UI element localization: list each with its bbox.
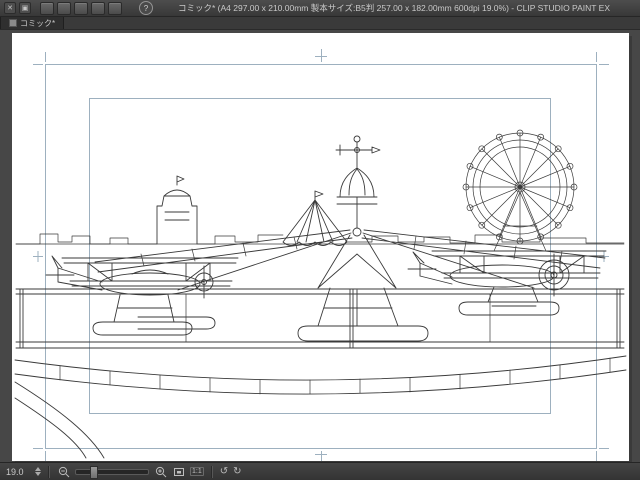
fit-to-window-icon[interactable] [172, 465, 185, 478]
save-icon[interactable] [74, 1, 88, 15]
help-icon[interactable]: ? [139, 1, 153, 15]
clip-studio-paint-window: ✕ ▣ ? コミック* (A4 297.00 x 210.00mm 製本サイズ:… [0, 0, 640, 480]
open-icon[interactable] [57, 1, 71, 15]
undo-icon[interactable] [91, 1, 105, 15]
rotate-left-icon[interactable]: ↺ [220, 466, 228, 477]
close-icon[interactable]: ✕ [4, 2, 16, 14]
zoom-stepper[interactable] [35, 467, 41, 476]
zoom-slider[interactable] [75, 465, 149, 479]
statusbar-separator [210, 465, 213, 478]
zoom-step-up-icon[interactable] [35, 467, 41, 471]
rotate-right-icon[interactable]: ↻ [233, 466, 241, 477]
redo-icon[interactable] [108, 1, 122, 15]
document-icon [9, 19, 17, 27]
actual-size-button[interactable]: 1:1 [190, 467, 204, 476]
titlebar-toolbar [40, 1, 122, 15]
paper[interactable] [12, 33, 629, 461]
document-tab-bar: コミック* [0, 17, 640, 30]
zoom-out-icon[interactable] [57, 465, 70, 478]
window-title: コミック* (A4 297.00 x 210.00mm 製本サイズ:B5判 25… [178, 3, 611, 13]
document-tab-label: コミック* [20, 18, 56, 28]
canvas-viewport[interactable] [0, 30, 640, 462]
new-icon[interactable] [40, 1, 54, 15]
status-bar: 19.0 1:1 ↺ ↻ [0, 462, 640, 480]
canvas-svg [12, 33, 632, 462]
zoom-step-down-icon[interactable] [35, 472, 41, 476]
zoom-slider-thumb[interactable] [90, 465, 98, 479]
panel-toggle-icon[interactable]: ▣ [19, 2, 31, 14]
title-bar: ✕ ▣ ? コミック* (A4 297.00 x 210.00mm 製本サイズ:… [0, 0, 640, 17]
statusbar-separator [48, 465, 50, 478]
zoom-in-icon[interactable] [154, 465, 167, 478]
zoom-value-field[interactable]: 19.0 [6, 467, 30, 477]
document-tab[interactable]: コミック* [0, 17, 65, 29]
